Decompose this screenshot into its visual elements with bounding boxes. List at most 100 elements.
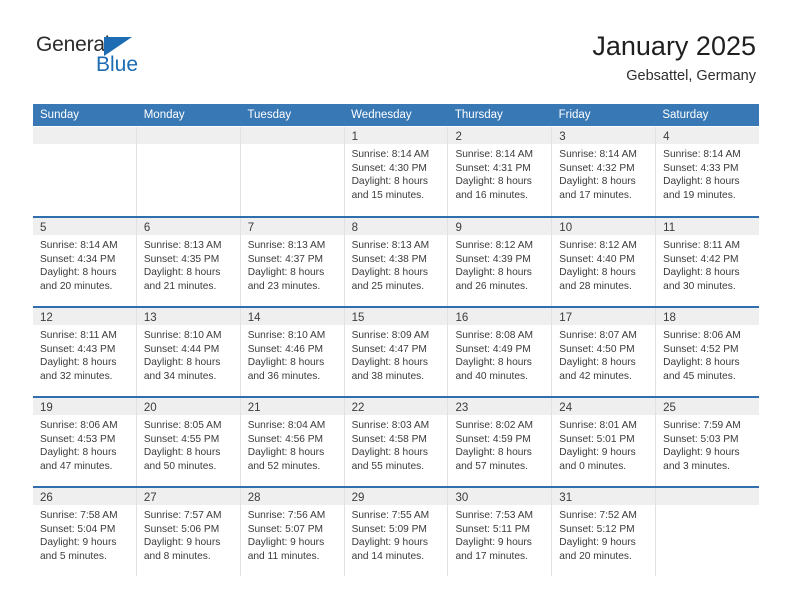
- day-detail-block: Sunrise: 8:06 AM Sunset: 4:53 PM Daylight:…: [33, 415, 136, 473]
- calendar-day-cell[interactable]: 9 Sunrise: 8:12 AM Sunset: 4:39 PM Daylight…: [448, 218, 553, 306]
- weekday-header-thursday: Thursday: [454, 109, 503, 121]
- calendar-day-cell[interactable]: 31 Sunrise: 7:52 AM Sunset: 5:12 PM Dayligh…: [552, 488, 657, 576]
- day-detail-line: Sunset: 4:47 PM: [351, 343, 427, 355]
- calendar-day-cell[interactable]: 25 Sunrise: 7:59 AM Sunset: 5:03 PM Dayligh…: [656, 398, 760, 486]
- calendar-day-cell[interactable]: 12 Sunrise: 8:11 AM Sunset: 4:43 PM Dayligh…: [33, 308, 137, 396]
- day-detail-line: and 11 minutes.: [247, 550, 320, 562]
- day-detail-line: Sunrise: 7:59 AM: [663, 420, 741, 431]
- calendar-day-cell[interactable]: 6 Sunrise: 8:13 AM Sunset: 4:35 PM Daylight…: [136, 218, 241, 306]
- day-detail-line: Daylight: 8 hours: [455, 267, 532, 279]
- day-detail-line: Sunrise: 8:04 AM: [247, 420, 326, 431]
- day-detail-line: Sunrise: 8:08 AM: [455, 330, 534, 341]
- day-number: 24: [559, 402, 573, 414]
- calendar-day-cell[interactable]: 30 Sunrise: 7:53 AM Sunset: 5:11 PM Dayligh…: [448, 488, 553, 576]
- day-number: 29: [351, 492, 365, 504]
- day-detail-block: Sunrise: 7:58 AM Sunset: 5:04 PM Daylight:…: [33, 505, 136, 563]
- calendar-day-cell[interactable]: 19 Sunrise: 8:06 AM Sunset: 4:53 PM Dayligh…: [33, 398, 137, 486]
- calendar-day-cell[interactable]: 4 Sunrise: 8:14 AM Sunset: 4:33 PM Daylight…: [656, 127, 760, 216]
- day-detail-line: Sunset: 5:07 PM: [247, 523, 324, 535]
- day-detail-block: Sunrise: 8:09 AM Sunset: 4:47 PM Daylight:…: [345, 325, 448, 383]
- calendar-day-cell[interactable]: 5 Sunrise: 8:14 AM Sunset: 4:34 PM Daylight…: [33, 218, 137, 306]
- day-detail-line: Sunrise: 8:14 AM: [455, 149, 534, 160]
- day-number-band: 20: [136, 398, 240, 415]
- calendar-day-cell[interactable]: 14 Sunrise: 8:10 AM Sunset: 4:46 PM Dayligh…: [240, 308, 345, 396]
- day-detail-line: Daylight: 8 hours: [455, 176, 532, 188]
- day-detail-line: Daylight: 8 hours: [455, 357, 532, 369]
- day-detail-line: Sunrise: 8:06 AM: [663, 330, 741, 341]
- day-number-band: 23: [448, 398, 552, 415]
- day-detail-block: Sunrise: 7:55 AM Sunset: 5:09 PM Daylight:…: [345, 505, 448, 563]
- calendar-day-cell[interactable]: 10 Sunrise: 8:12 AM Sunset: 4:40 PM Dayligh…: [552, 218, 657, 306]
- day-detail-line: and 30 minutes.: [663, 280, 736, 292]
- calendar-day-cell[interactable]: 22 Sunrise: 8:03 AM Sunset: 4:58 PM Dayligh…: [344, 398, 449, 486]
- calendar-day-cell[interactable]: 16 Sunrise: 8:08 AM Sunset: 4:49 PM Dayligh…: [448, 308, 553, 396]
- day-detail-line: Sunrise: 7:56 AM: [247, 510, 326, 521]
- day-detail-line: Daylight: 8 hours: [247, 357, 325, 369]
- day-number: 2: [455, 131, 462, 143]
- day-number: 19: [40, 402, 53, 414]
- day-detail-line: and 26 minutes.: [455, 280, 528, 292]
- day-detail-line: Daylight: 9 hours: [143, 537, 221, 549]
- calendar-day-cell[interactable]: 7 Sunrise: 8:13 AM Sunset: 4:37 PM Daylight…: [240, 218, 345, 306]
- day-number-band: 22: [344, 398, 448, 415]
- day-number: 23: [455, 402, 469, 414]
- day-detail-line: Daylight: 9 hours: [559, 447, 636, 459]
- day-detail-line: Daylight: 8 hours: [40, 267, 117, 279]
- day-number: 17: [559, 312, 573, 324]
- calendar-page: General Blue January 2025 Gebsattel, Ger…: [0, 0, 792, 612]
- calendar-day-cell[interactable]: 27 Sunrise: 7:57 AM Sunset: 5:06 PM Dayligh…: [136, 488, 241, 576]
- day-detail-block: Sunrise: 8:05 AM Sunset: 4:55 PM Daylight:…: [137, 415, 240, 473]
- day-detail-line: Sunset: 4:40 PM: [559, 253, 635, 265]
- day-number-band: 24: [552, 398, 656, 415]
- calendar-day-cell[interactable]: 26 Sunrise: 7:58 AM Sunset: 5:04 PM Dayligh…: [33, 488, 137, 576]
- day-detail-line: and 23 minutes.: [247, 280, 321, 292]
- calendar-day-cell[interactable]: 15 Sunrise: 8:09 AM Sunset: 4:47 PM Dayligh…: [344, 308, 449, 396]
- calendar-week-row: 5 Sunrise: 8:14 AM Sunset: 4:34 PM Daylight…: [33, 216, 760, 306]
- day-detail-line: Sunrise: 8:13 AM: [143, 240, 222, 251]
- day-detail-line: Sunset: 4:34 PM: [40, 253, 116, 265]
- day-detail-line: Sunrise: 8:03 AM: [351, 420, 430, 431]
- day-detail-line: and 25 minutes.: [351, 280, 425, 292]
- day-detail-line: Sunset: 4:43 PM: [40, 343, 116, 355]
- day-detail-line: Sunrise: 8:10 AM: [143, 330, 222, 341]
- calendar-day-cell[interactable]: 1 Sunrise: 8:14 AM Sunset: 4:30 PM Daylight…: [344, 127, 449, 216]
- weekday-header-sunday: Sunday: [40, 109, 80, 121]
- day-detail-block: Sunrise: 8:13 AM Sunset: 4:37 PM Daylight:…: [241, 235, 344, 293]
- calendar-day-cell[interactable]: 21 Sunrise: 8:04 AM Sunset: 4:56 PM Dayligh…: [240, 398, 345, 486]
- calendar-day-cell[interactable]: 24 Sunrise: 8:01 AM Sunset: 5:01 PM Dayligh…: [552, 398, 657, 486]
- day-detail-block: Sunrise: 8:07 AM Sunset: 4:50 PM Daylight:…: [552, 325, 655, 383]
- day-detail-line: Daylight: 9 hours: [351, 537, 429, 549]
- day-detail-line: Daylight: 8 hours: [143, 267, 221, 279]
- day-detail-line: Daylight: 9 hours: [559, 537, 636, 549]
- day-number: 12: [40, 312, 53, 324]
- calendar-day-cell[interactable]: 20 Sunrise: 8:05 AM Sunset: 4:55 PM Dayligh…: [136, 398, 241, 486]
- day-detail-block: Sunrise: 8:13 AM Sunset: 4:35 PM Daylight:…: [137, 235, 240, 293]
- day-number: 31: [559, 492, 573, 504]
- calendar-day-cell[interactable]: 18 Sunrise: 8:06 AM Sunset: 4:52 PM Dayligh…: [656, 308, 760, 396]
- calendar-day-cell[interactable]: 8 Sunrise: 8:13 AM Sunset: 4:38 PM Daylight…: [344, 218, 449, 306]
- day-number: 26: [40, 492, 53, 504]
- day-detail-line: Sunrise: 8:13 AM: [247, 240, 326, 251]
- calendar-day-cell[interactable]: 2 Sunrise: 8:14 AM Sunset: 4:31 PM Daylight…: [448, 127, 553, 216]
- calendar-day-cell[interactable]: 23 Sunrise: 8:02 AM Sunset: 4:59 PM Dayligh…: [448, 398, 553, 486]
- day-detail-line: Daylight: 8 hours: [455, 447, 532, 459]
- day-detail-line: Daylight: 9 hours: [247, 537, 325, 549]
- calendar-day-cell[interactable]: 11 Sunrise: 8:11 AM Sunset: 4:42 PM Dayligh…: [656, 218, 760, 306]
- page-header: General Blue January 2025 Gebsattel, Ger…: [0, 0, 792, 104]
- day-detail-line: Sunrise: 7:53 AM: [455, 510, 534, 521]
- day-detail-line: Sunrise: 8:09 AM: [351, 330, 430, 341]
- calendar-day-cell[interactable]: 17 Sunrise: 8:07 AM Sunset: 4:50 PM Dayligh…: [552, 308, 657, 396]
- calendar-day-cell[interactable]: 29 Sunrise: 7:55 AM Sunset: 5:09 PM Dayligh…: [344, 488, 449, 576]
- day-number: 21: [247, 402, 261, 414]
- day-detail-line: and 52 minutes.: [247, 460, 321, 472]
- calendar-day-cell[interactable]: 3 Sunrise: 8:14 AM Sunset: 4:32 PM Daylight…: [552, 127, 657, 216]
- day-detail-block: Sunrise: 8:14 AM Sunset: 4:34 PM Daylight:…: [33, 235, 136, 293]
- day-detail-line: Daylight: 9 hours: [455, 537, 532, 549]
- day-number: 25: [663, 402, 676, 414]
- calendar-day-cell[interactable]: 13 Sunrise: 8:10 AM Sunset: 4:44 PM Dayligh…: [136, 308, 241, 396]
- day-detail-line: and 5 minutes.: [40, 550, 107, 562]
- day-detail-line: Sunrise: 7:55 AM: [351, 510, 430, 521]
- day-number-band: 30: [448, 488, 552, 505]
- calendar-day-cell[interactable]: 28 Sunrise: 7:56 AM Sunset: 5:07 PM Dayligh…: [240, 488, 345, 576]
- day-number: 30: [455, 492, 469, 504]
